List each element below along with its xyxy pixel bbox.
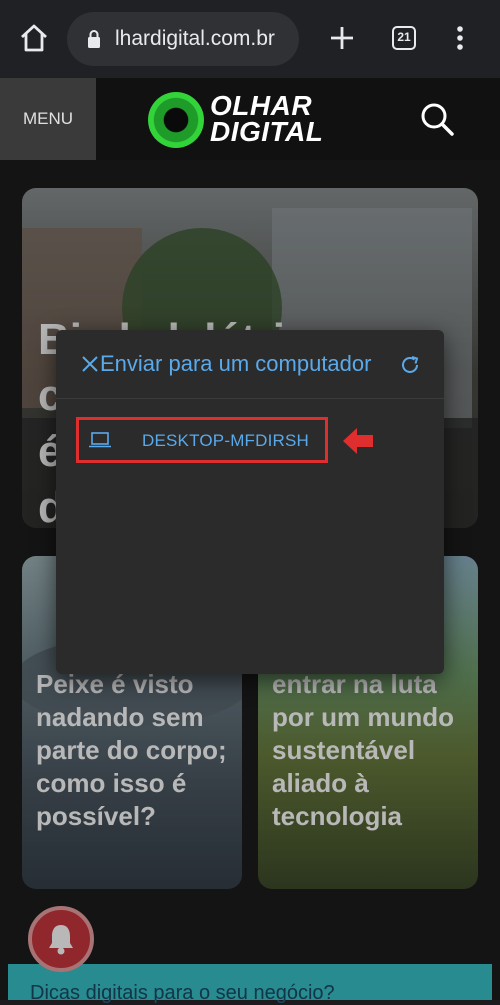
browser-toolbar: lhardigital.com.br 21 [0,0,500,78]
site-logo[interactable]: OLHAR DIGITAL [148,88,348,152]
device-name: DESKTOP-MFDIRSH [142,431,310,450]
new-tab-icon[interactable] [326,22,358,54]
refresh-icon[interactable] [399,354,421,376]
logo-eye-icon [148,92,204,148]
send-to-computer-dialog: Enviar para um computador DESKTOP-MFDIRS… [56,330,444,674]
laptop-icon [89,432,111,448]
menu-button[interactable]: MENU [0,78,96,160]
site-header: MENU OLHAR DIGITAL [0,78,500,160]
device-item-desktop[interactable]: DESKTOP-MFDIRSH [76,417,328,463]
lock-icon [88,30,100,48]
url-text: lhardigital.com.br [115,27,275,50]
tab-switcher-button[interactable]: 21 [392,26,416,50]
red-arrow-annotation-icon [343,428,373,454]
divider [56,398,444,399]
dialog-title: Enviar para um computador [100,351,372,376]
more-options-icon[interactable] [450,22,470,54]
close-icon[interactable] [80,354,100,374]
search-icon[interactable] [418,100,456,138]
address-bar[interactable]: lhardigital.com.br [67,12,299,66]
home-icon[interactable] [18,22,50,54]
logo-text-line2: DIGITAL [210,116,324,147]
